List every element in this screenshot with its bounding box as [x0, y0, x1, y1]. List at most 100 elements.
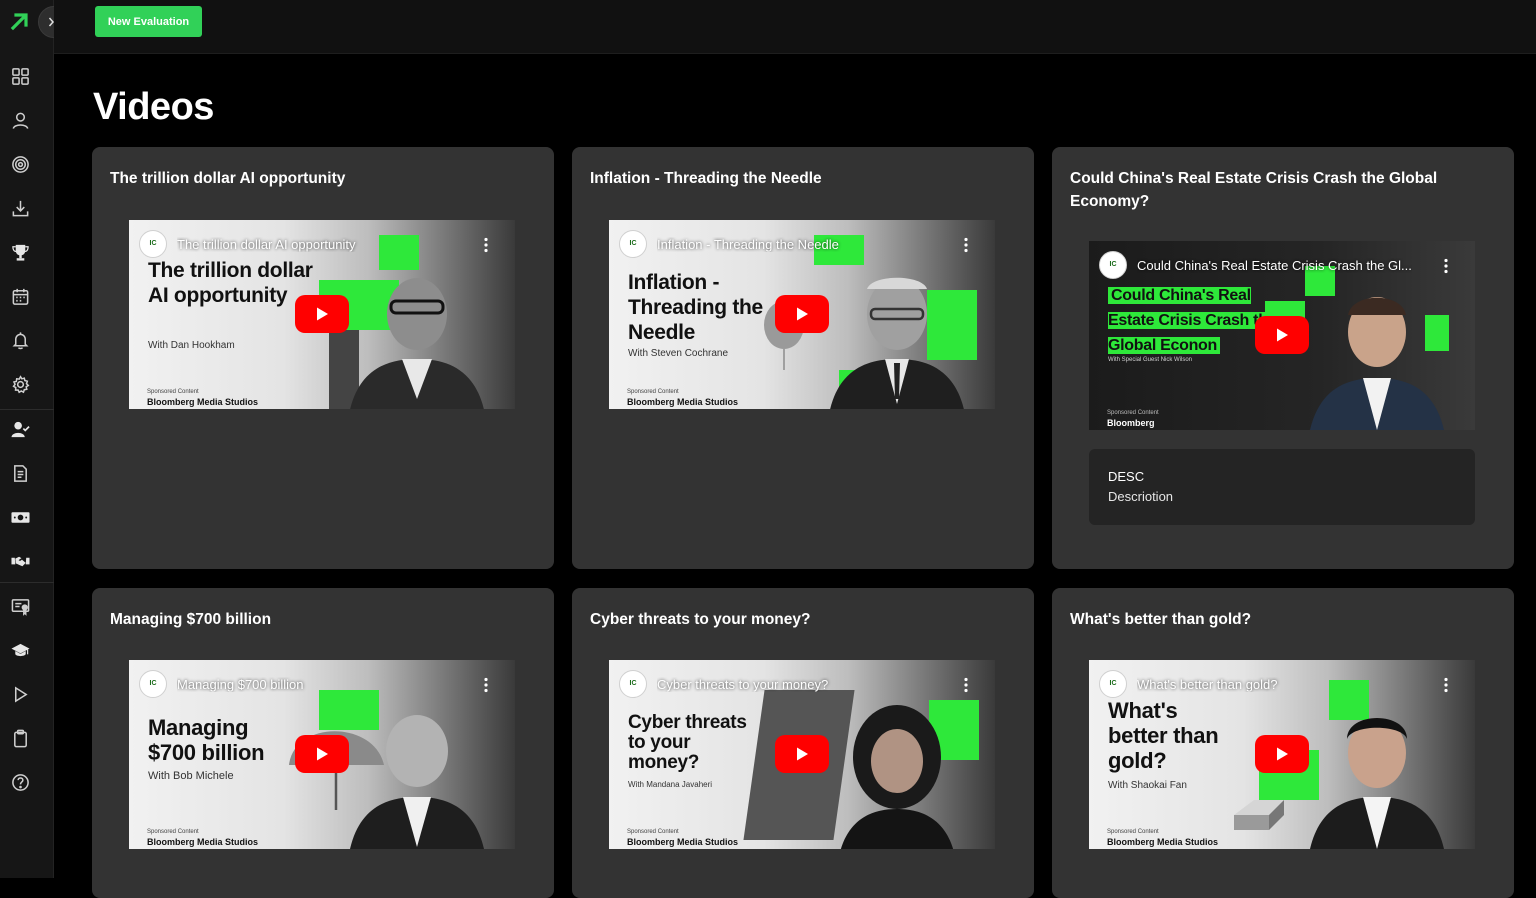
thumbnail-byline: With Bob Michele	[148, 770, 234, 782]
thumbnail-headline: Managing $700 billion	[148, 715, 265, 765]
thumbnail-byline: With Steven Cochrane	[628, 348, 729, 359]
document-icon[interactable]	[9, 462, 31, 484]
play-button[interactable]	[1255, 316, 1309, 354]
description-text: Descriotion	[1108, 489, 1174, 504]
thumbnail-byline: With Special Guest Nick Wilson	[1108, 357, 1193, 363]
video-overlay-title[interactable]: Could China's Real Estate Crisis Crash t…	[1137, 258, 1412, 273]
play-button[interactable]	[1255, 735, 1309, 773]
more-vertical-icon[interactable]	[963, 237, 969, 253]
description-label: DESC	[1108, 469, 1145, 484]
channel-avatar[interactable]: IC	[1099, 251, 1127, 279]
calendar-icon[interactable]	[9, 285, 31, 307]
video-overlay-title[interactable]: Cyber threats to your money?	[657, 677, 957, 692]
video-player[interactable]: IC What's better than gold? What's bette…	[1089, 660, 1475, 849]
help-icon[interactable]	[9, 771, 31, 793]
channel-avatar[interactable]: IC	[139, 230, 167, 258]
user-icon[interactable]	[9, 109, 31, 131]
dashboard-icon[interactable]	[9, 65, 31, 87]
video-overlay-title[interactable]: Managing $700 billion	[177, 677, 477, 692]
video-card-title: Managing $700 billion	[110, 611, 272, 628]
page-title: Videos	[93, 86, 214, 128]
video-card-title: Could China's Real Estate Crisis Crash t…	[1070, 170, 1438, 210]
thumbnail-headline: Could China's Real Estate Crisis Crash t…	[1108, 283, 1278, 358]
video-player[interactable]: IC Inflation - Threading the Needle Infl…	[609, 220, 995, 409]
play-button[interactable]	[775, 735, 829, 773]
video-player[interactable]: IC Cyber threats to your money? Cyber th…	[609, 660, 995, 849]
thumbnail-byline: With Mandana Javaheri	[628, 780, 713, 789]
play-button[interactable]	[295, 295, 349, 333]
more-vertical-icon[interactable]	[963, 677, 969, 693]
video-player[interactable]: IC The trillion dollar AI opportunity Th…	[129, 220, 515, 409]
presenter-image	[350, 715, 484, 849]
thumbnail-byline: With Shaokai Fan	[1108, 780, 1187, 791]
settings-icon[interactable]	[9, 373, 31, 395]
play-triangle-icon	[1277, 328, 1288, 342]
thumbnail-brand: Bloomberg Media Studios	[147, 397, 259, 407]
clipboard-icon[interactable]	[9, 727, 31, 749]
sidebar-divider	[0, 409, 54, 410]
video-card: What's better than gold? IC What's bette…	[1052, 588, 1514, 898]
video-card-title: The trillion dollar AI opportunity	[110, 170, 346, 187]
channel-avatar[interactable]: IC	[139, 670, 167, 698]
video-overlay-title[interactable]: What's better than gold?	[1137, 677, 1437, 692]
thumbnail-headline-text: Could China's Real Estate Crisis Crash t…	[1108, 287, 1277, 354]
trophy-icon[interactable]	[9, 241, 31, 263]
video-card-title: Inflation - Threading the Needle	[590, 170, 822, 187]
gold-bars-image	[1234, 800, 1284, 830]
video-card-title: What's better than gold?	[1070, 611, 1252, 628]
presenter-image	[1310, 718, 1444, 849]
money-icon[interactable]	[9, 506, 31, 528]
video-card: The trillion dollar AI opportunity IC Th…	[92, 147, 554, 569]
graduation-cap-icon[interactable]	[9, 639, 31, 661]
thumbnail-brand: Bloomberg Media Studios	[147, 837, 259, 847]
video-overlay-title[interactable]: Inflation - Threading the Needle	[657, 237, 957, 252]
channel-avatar[interactable]: IC	[619, 230, 647, 258]
more-vertical-icon[interactable]	[1443, 677, 1449, 693]
play-icon[interactable]	[9, 683, 31, 705]
thumbnail-headline: What's better than gold?	[1108, 698, 1219, 773]
new-evaluation-button[interactable]: New Evaluation	[95, 6, 202, 37]
video-overlay-title[interactable]: The trillion dollar AI opportunity	[177, 237, 477, 252]
play-triangle-icon	[797, 747, 808, 761]
video-card-title: Cyber threats to your money?	[590, 611, 811, 628]
bell-icon[interactable]	[9, 329, 31, 351]
presenter-image	[830, 277, 964, 409]
video-card: Could China's Real Estate Crisis Crash t…	[1052, 147, 1514, 569]
download-icon[interactable]	[9, 197, 31, 219]
presenter-image	[841, 705, 953, 849]
play-button[interactable]	[295, 735, 349, 773]
channel-avatar[interactable]: IC	[619, 670, 647, 698]
thumbnail-headline: Cyber threats to your money?	[628, 712, 747, 773]
play-triangle-icon	[797, 307, 808, 321]
sidebar	[0, 0, 70, 878]
handshake-icon[interactable]	[9, 550, 31, 572]
video-player[interactable]: IC Managing $700 billion Managing $700 b…	[129, 660, 515, 849]
play-triangle-icon	[317, 307, 328, 321]
certificate-icon[interactable]	[9, 595, 31, 617]
user-check-icon[interactable]	[9, 418, 31, 440]
thumbnail-sponsor: Sponsored Content	[1107, 829, 1159, 835]
thumbnail-sponsor: Sponsored Content	[627, 389, 679, 395]
video-player[interactable]: IC Could China's Real Estate Crisis Cras…	[1089, 241, 1475, 430]
play-triangle-icon	[1277, 747, 1288, 761]
video-card: Inflation - Threading the Needle IC Infl…	[572, 147, 1034, 569]
thumbnail-sponsor: Sponsored Content	[1107, 410, 1159, 416]
video-card: Cyber threats to your money? IC Cyber th…	[572, 588, 1034, 898]
more-vertical-icon[interactable]	[483, 677, 489, 693]
thumbnail-brand: Bloomberg Media Studios	[1107, 837, 1219, 847]
thumbnail-brand: Bloomberg Media Studios	[627, 837, 739, 847]
more-vertical-icon[interactable]	[1443, 258, 1449, 274]
target-icon[interactable]	[9, 153, 31, 175]
thumbnail-sponsor: Sponsored Content	[147, 389, 199, 395]
channel-avatar[interactable]: IC	[1099, 670, 1127, 698]
video-card: Managing $700 billion IC Managing $700 b…	[92, 588, 554, 898]
video-description: DESC Descriotion	[1089, 449, 1475, 525]
presenter-image	[1310, 297, 1444, 430]
more-vertical-icon[interactable]	[483, 237, 489, 253]
thumbnail-sponsor: Sponsored Content	[147, 829, 199, 835]
logo-arrow-icon[interactable]	[10, 11, 30, 31]
thumbnail-brand: Bloomberg	[1107, 418, 1155, 428]
thumbnail-byline: With Dan Hookham	[148, 340, 235, 351]
top-bar	[54, 0, 1536, 54]
play-button[interactable]	[775, 295, 829, 333]
